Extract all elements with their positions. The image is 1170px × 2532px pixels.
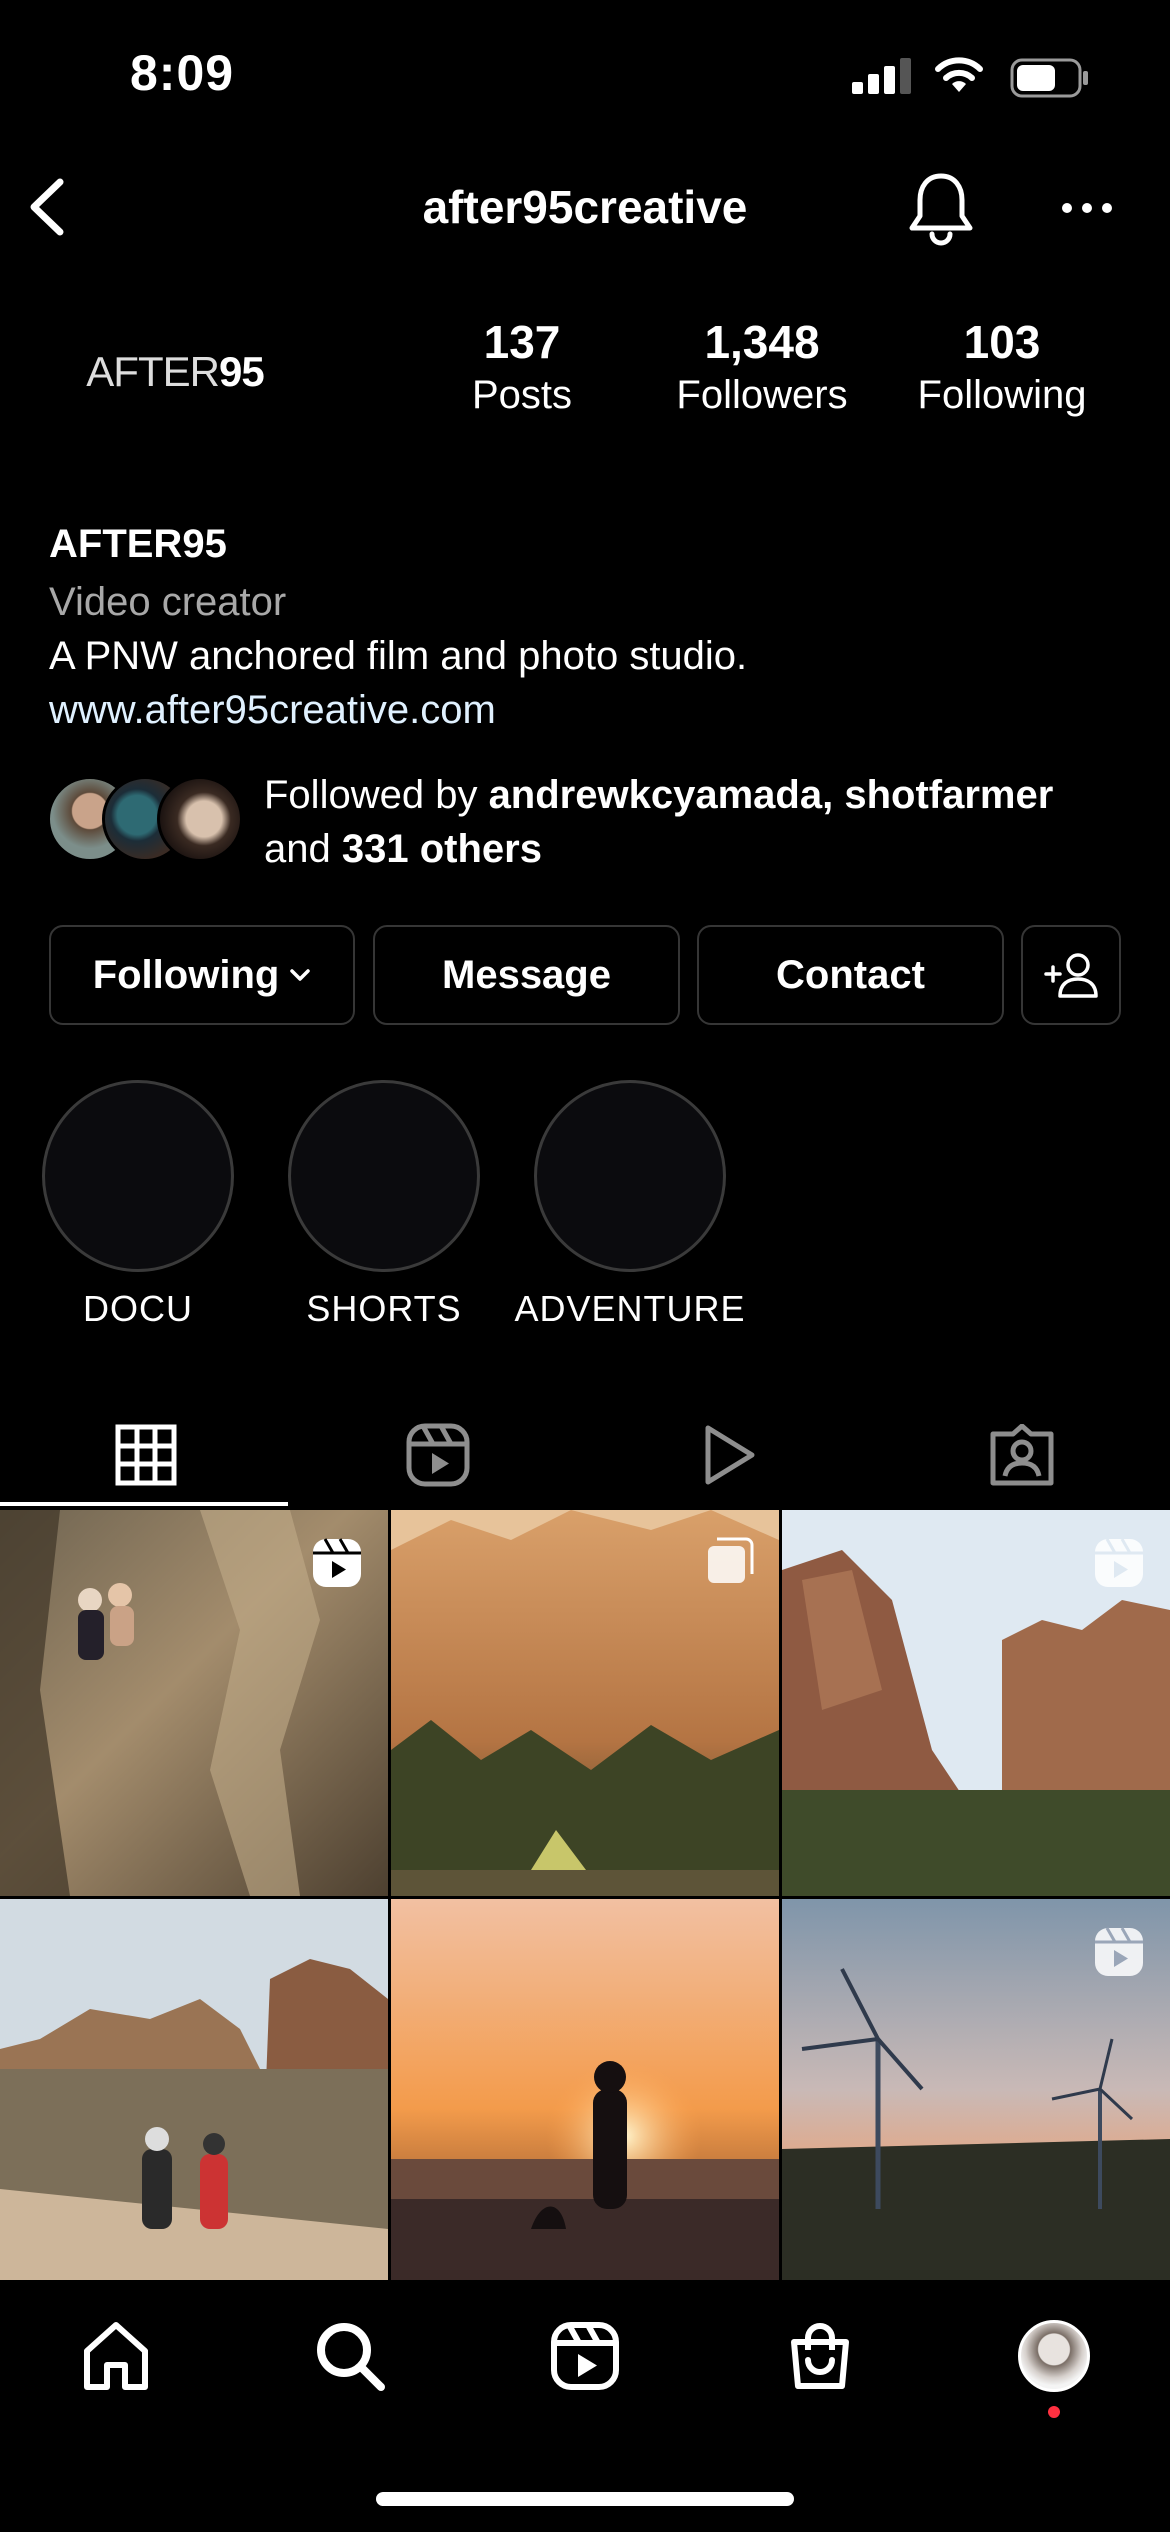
suggested-users-button[interactable] — [1021, 925, 1121, 1025]
active-tab-indicator — [0, 1502, 288, 1506]
profile-website-link[interactable]: www.after95creative.com — [49, 688, 496, 733]
nav-home[interactable] — [76, 2316, 156, 2396]
reel-badge-icon — [313, 1538, 361, 1587]
contact-button[interactable]: Contact — [697, 925, 1004, 1025]
posts-stat[interactable]: 137 Posts — [422, 314, 622, 420]
reel-badge-icon — [1095, 1927, 1143, 1976]
mutual-followers-avatars[interactable] — [47, 776, 243, 862]
multiple-photos-badge-icon — [708, 1537, 754, 1583]
tab-tagged[interactable] — [876, 1400, 1168, 1510]
profile-username: after95creative — [422, 181, 748, 233]
reels-icon — [406, 1423, 470, 1487]
tab-posts-grid[interactable] — [0, 1400, 292, 1510]
home-icon — [84, 2322, 148, 2390]
posts-label: Posts — [471, 373, 573, 417]
highlight-label: SHORTS — [306, 1288, 462, 1329]
post-thumbnail[interactable] — [0, 1510, 388, 1896]
nav-search[interactable] — [310, 2316, 390, 2396]
tab-videos[interactable] — [584, 1400, 876, 1510]
search-icon — [317, 2323, 385, 2391]
highlight-label: ADVENTURE — [514, 1288, 746, 1329]
highlight-cover — [42, 1080, 234, 1272]
highlight-adventure[interactable]: ADVENTURE — [514, 1080, 745, 1330]
followers-label: Followers — [676, 373, 848, 417]
following-button[interactable]: Following — [49, 925, 355, 1025]
grid-icon — [115, 1424, 177, 1486]
highlight-label: DOCU — [83, 1288, 193, 1329]
profile-display-name: AFTER95 — [49, 522, 227, 566]
profile-category: Video creator — [49, 580, 287, 624]
post-thumbnail[interactable] — [391, 1899, 779, 2281]
following-label: Following — [917, 373, 1087, 417]
wifi-icon — [935, 57, 983, 92]
highlight-shorts[interactable]: SHORTS — [288, 1080, 480, 1330]
followers-count: 1,348 — [704, 316, 820, 368]
following-count: 103 — [963, 316, 1041, 368]
notification-dot — [1048, 2406, 1060, 2418]
followed-by-text[interactable]: Followed by andrewkcyamada, shotfarmer a… — [264, 768, 1144, 876]
message-button[interactable]: Message — [373, 925, 680, 1025]
profile-bio: A PNW anchored film and photo studio. — [49, 634, 748, 678]
nav-reels[interactable] — [545, 2316, 625, 2396]
posts-count: 137 — [483, 316, 561, 368]
post-thumbnail[interactable] — [0, 1899, 388, 2281]
cellular-signal-icon — [852, 58, 911, 94]
highlight-cover — [534, 1080, 726, 1272]
tagged-icon — [990, 1424, 1054, 1486]
followers-stat[interactable]: 1,348 Followers — [662, 314, 862, 420]
post-thumbnail[interactable] — [782, 1899, 1170, 2281]
profile-avatar[interactable]: AFTER95 — [50, 282, 300, 462]
shopping-bag-icon — [791, 2323, 849, 2389]
post-thumbnail[interactable] — [391, 1510, 779, 1896]
following-stat[interactable]: 103 Following — [902, 314, 1102, 420]
avatar — [1018, 2320, 1090, 2392]
status-time: 8:09 — [130, 45, 235, 101]
tab-reels[interactable] — [292, 1400, 584, 1510]
nav-profile[interactable] — [1014, 2316, 1094, 2396]
reel-badge-icon — [1095, 1538, 1143, 1587]
highlight-docu[interactable]: DOCU — [42, 1080, 234, 1330]
home-indicator[interactable] — [376, 2492, 794, 2506]
notification-bell-icon[interactable] — [906, 170, 976, 246]
highlight-cover — [288, 1080, 480, 1272]
nav-shop[interactable] — [780, 2316, 860, 2396]
brand-logo: AFTER95 — [86, 348, 264, 395]
add-person-icon — [1044, 953, 1098, 998]
avatar — [157, 776, 243, 862]
chevron-down-icon — [290, 969, 311, 981]
post-thumbnail[interactable] — [782, 1510, 1170, 1896]
more-options-icon[interactable] — [1060, 188, 1114, 228]
battery-icon — [1010, 58, 1088, 98]
reels-icon — [551, 2322, 619, 2390]
play-icon — [705, 1425, 755, 1485]
